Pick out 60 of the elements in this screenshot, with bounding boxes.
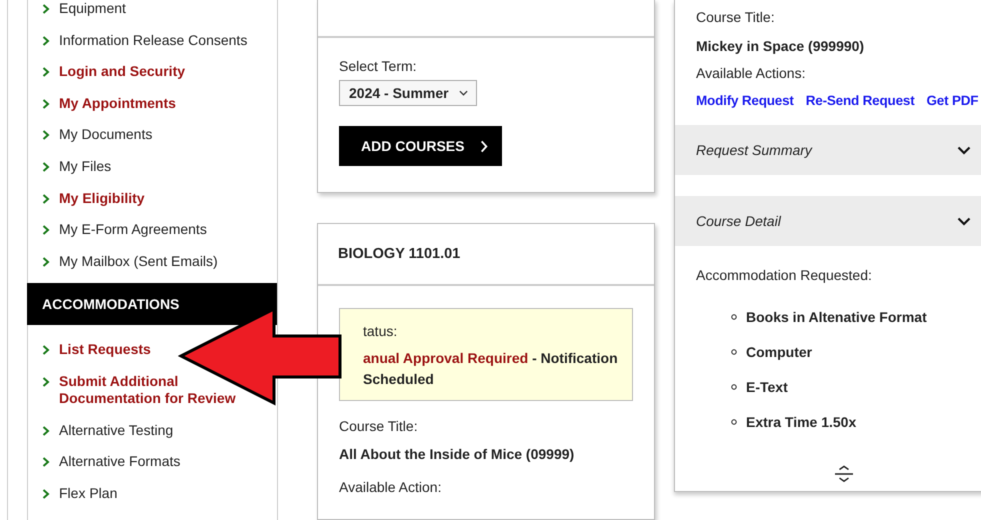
chevron-icon: [42, 457, 50, 468]
course-title-label: Course Title:: [696, 9, 776, 25]
accommodation-item: Extra Time 1.50x: [746, 414, 856, 430]
expand-icon[interactable]: [834, 465, 854, 483]
sidebar-link[interactable]: My Mailbox (Sent Emails): [42, 248, 218, 270]
accordion-header[interactable]: Request Summary: [675, 125, 981, 175]
term-label: Select Term:: [339, 58, 418, 74]
sidebar-link[interactable]: Submit Additional Documentation for Review: [42, 369, 277, 408]
bullet-icon: [731, 348, 737, 354]
chevron-icon: [957, 146, 971, 154]
chevron-icon: [42, 225, 50, 236]
sidebar-link[interactable]: My Appointments: [42, 90, 176, 112]
status-text: anual Approval Required - Notification Scheduled: [363, 348, 618, 389]
chevron-icon: [42, 36, 50, 46]
sidebar-link[interactable]: Flex Plan: [42, 481, 118, 502]
sidebar-link[interactable]: Equipment: [42, 0, 126, 17]
chevron-icon: [42, 256, 50, 267]
course-title-label: Course Title:: [339, 418, 419, 434]
sidebar-link[interactable]: Alternative Formats: [42, 449, 180, 470]
sidebar-link[interactable]: My Eligibility: [42, 186, 145, 207]
chevron-icon: [42, 377, 50, 388]
sidebar-link[interactable]: My Documents: [42, 122, 152, 144]
action-link[interactable]: Re-Send Request: [806, 93, 914, 108]
sidebar-link[interactable]: Information Release Consents: [42, 28, 248, 49]
section-header: ACCOMMODATIONS: [27, 283, 277, 326]
chevron-icon: [42, 98, 50, 109]
action-link[interactable]: Modify Request: [696, 93, 794, 108]
course-code: BIOLOGY 1101.01: [338, 246, 460, 262]
accordion-header[interactable]: Course Detail: [675, 196, 981, 246]
actions-label: Available Action:: [339, 478, 442, 495]
sidebar-link[interactable]: List Requests: [42, 337, 151, 358]
accommodation-item: Computer: [746, 344, 812, 360]
chevron-icon: [42, 345, 50, 356]
chevron-icon: [42, 130, 50, 140]
sidebar-link[interactable]: Alternative Testing: [42, 418, 174, 439]
chevron-icon: [42, 194, 50, 204]
add-courses-button[interactable]: ADD COURSES: [339, 126, 502, 166]
accommodation-item: E-Text: [746, 378, 788, 394]
chevron-icon: [480, 140, 488, 152]
sidebar-link[interactable]: Login and Security: [42, 59, 186, 80]
bullet-icon: [731, 418, 737, 424]
accommodation-label: Accommodation Requested:: [696, 267, 873, 283]
accommodation-item: Books in Altenative Format: [746, 308, 927, 324]
sidebar-link[interactable]: My E-Form Agreements: [42, 217, 207, 238]
chevron-icon: [42, 162, 50, 172]
chevron-icon: [42, 67, 50, 78]
bullet-icon: [731, 314, 737, 320]
course-title: Mickey in Space (999990): [696, 38, 866, 54]
status-label: tatus:: [363, 322, 398, 339]
course-title: All About the Inside of Mice (09999): [339, 446, 576, 462]
actions-label: Available Actions:: [696, 65, 806, 81]
caret-icon: [458, 90, 468, 96]
chevron-icon: [42, 489, 50, 500]
sidebar-link[interactable]: My Files: [42, 154, 112, 175]
chevron-icon: [957, 216, 971, 226]
term-select[interactable]: 2024 - Summer: [339, 80, 477, 106]
bullet-icon: [731, 384, 737, 390]
chevron-icon: [42, 4, 50, 14]
action-link[interactable]: Get PDF: [926, 93, 978, 108]
chevron-icon: [42, 426, 50, 436]
